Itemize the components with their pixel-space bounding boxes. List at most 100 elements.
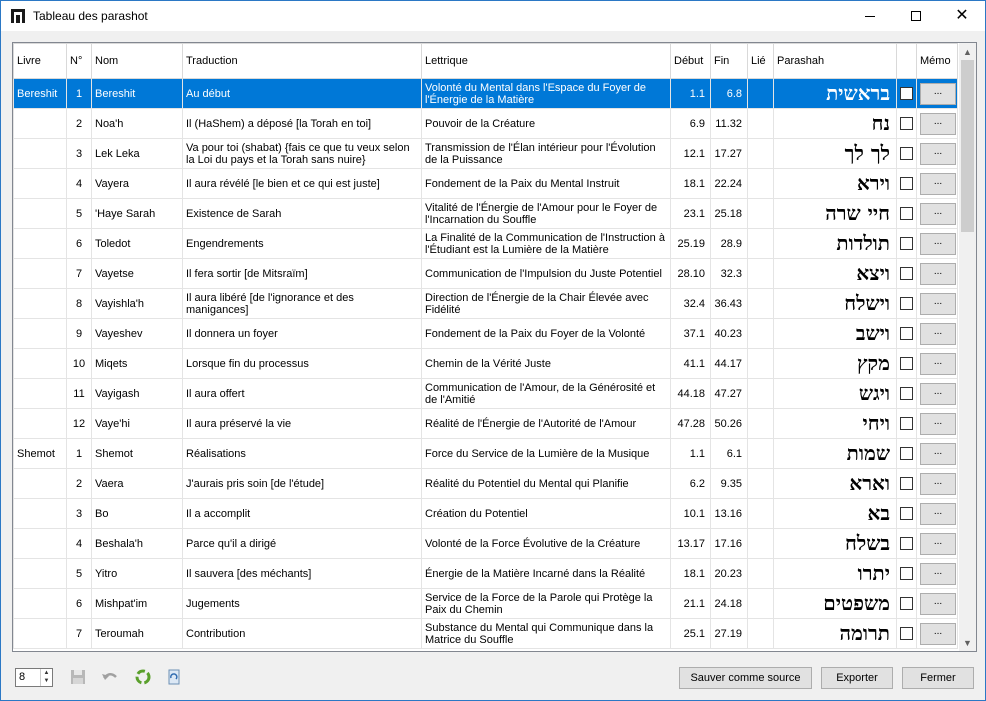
- cell-fin[interactable]: 32.3: [710, 258, 748, 289]
- cell-nom[interactable]: Vayigash: [91, 378, 183, 409]
- cell-parashah[interactable]: מקץ: [773, 348, 897, 379]
- cell-parashah[interactable]: וירא: [773, 168, 897, 199]
- memo-button[interactable]: ...: [920, 232, 956, 255]
- row-checkbox[interactable]: [900, 597, 913, 610]
- recycle-icon[interactable]: [134, 668, 152, 686]
- cell-debut[interactable]: 41.1: [670, 348, 711, 379]
- cell-livre[interactable]: [13, 558, 67, 589]
- table-row[interactable]: Shemot 1 Shemot Réalisations Force du Servic…: [13, 438, 958, 469]
- cell-fin[interactable]: 17.27: [710, 138, 748, 169]
- save-as-source-button[interactable]: Sauver comme source: [679, 667, 812, 689]
- close-window-button[interactable]: ✕: [939, 1, 985, 31]
- cell-fin[interactable]: 27.19: [710, 618, 748, 649]
- cell-lettrique[interactable]: Communication de l'Amour, de la Générosi…: [421, 378, 671, 409]
- cell-parashah[interactable]: וישלח: [773, 288, 897, 319]
- table-row[interactable]: 11 Vayigash Il aura offert Communication de…: [13, 378, 958, 409]
- cell-debut[interactable]: 10.1: [670, 498, 711, 529]
- cell-number[interactable]: 7: [66, 258, 92, 289]
- export-button[interactable]: Exporter: [821, 667, 893, 689]
- cell-livre[interactable]: [13, 198, 67, 229]
- cell-lie[interactable]: [747, 108, 774, 139]
- table-row[interactable]: 6 Mishpat'im Jugements Service de la Force …: [13, 588, 958, 619]
- cell-lettrique[interactable]: Direction de l'Énergie de la Chair Élevé…: [421, 288, 671, 319]
- column-header[interactable]: N°: [66, 43, 92, 79]
- memo-button[interactable]: ...: [920, 262, 956, 285]
- cell-nom[interactable]: Vayera: [91, 168, 183, 199]
- memo-button[interactable]: ...: [920, 502, 956, 525]
- cell-fin[interactable]: 13.16: [710, 498, 748, 529]
- cell-number[interactable]: 7: [66, 618, 92, 649]
- cell-lettrique[interactable]: Création du Potentiel: [421, 498, 671, 529]
- cell-debut[interactable]: 12.1: [670, 138, 711, 169]
- cell-nom[interactable]: Vaye'hi: [91, 408, 183, 439]
- refresh-icon[interactable]: [165, 668, 183, 686]
- cell-livre[interactable]: [13, 528, 67, 559]
- cell-lie[interactable]: [747, 498, 774, 529]
- cell-livre[interactable]: [13, 108, 67, 139]
- cell-lettrique[interactable]: La Finalité de la Communication de l'Ins…: [421, 228, 671, 259]
- cell-lettrique[interactable]: Fondement de la Paix du Mental Instruit: [421, 168, 671, 199]
- cell-traduction[interactable]: Il a accomplit: [182, 498, 422, 529]
- row-checkbox[interactable]: [900, 567, 913, 580]
- cell-fin[interactable]: 6.8: [710, 78, 748, 109]
- cell-fin[interactable]: 11.32: [710, 108, 748, 139]
- cell-number[interactable]: 4: [66, 168, 92, 199]
- cell-fin[interactable]: 50.26: [710, 408, 748, 439]
- table-row[interactable]: 9 Vayeshev Il donnera un foyer Fondement de…: [13, 318, 958, 349]
- cell-traduction[interactable]: Existence de Sarah: [182, 198, 422, 229]
- cell-debut[interactable]: 23.1: [670, 198, 711, 229]
- cell-lettrique[interactable]: Volonté de la Force Évolutive de la Créa…: [421, 528, 671, 559]
- memo-button[interactable]: ...: [920, 622, 956, 645]
- spinner-up-icon[interactable]: ▲: [41, 669, 52, 677]
- cell-nom[interactable]: Vayeshev: [91, 318, 183, 349]
- cell-fin[interactable]: 25.18: [710, 198, 748, 229]
- memo-button[interactable]: ...: [920, 322, 956, 345]
- memo-button[interactable]: ...: [920, 202, 956, 225]
- cell-livre[interactable]: [13, 168, 67, 199]
- cell-parashah[interactable]: נח: [773, 108, 897, 139]
- column-header[interactable]: [896, 43, 917, 79]
- cell-debut[interactable]: 18.1: [670, 558, 711, 589]
- cell-lie[interactable]: [747, 618, 774, 649]
- cell-fin[interactable]: 44.17: [710, 348, 748, 379]
- cell-lettrique[interactable]: Pouvoir de la Créature: [421, 108, 671, 139]
- cell-lettrique[interactable]: Communication de l'Impulsion du Juste Po…: [421, 258, 671, 289]
- cell-debut[interactable]: 6.9: [670, 108, 711, 139]
- cell-number[interactable]: 1: [66, 438, 92, 469]
- cell-nom[interactable]: 'Haye Sarah: [91, 198, 183, 229]
- column-header[interactable]: Livre: [13, 43, 67, 79]
- cell-nom[interactable]: Vayetse: [91, 258, 183, 289]
- cell-debut[interactable]: 13.17: [670, 528, 711, 559]
- cell-parashah[interactable]: תולדות: [773, 228, 897, 259]
- cell-nom[interactable]: Bereshit: [91, 78, 183, 109]
- table-row[interactable]: 2 Noa'h Il (HaShem) a déposé [la Torah en …: [13, 108, 958, 139]
- memo-button[interactable]: ...: [920, 142, 956, 165]
- cell-number[interactable]: 9: [66, 318, 92, 349]
- cell-traduction[interactable]: Parce qu'il a dirigé: [182, 528, 422, 559]
- column-header[interactable]: Nom: [91, 43, 183, 79]
- cell-nom[interactable]: Vaera: [91, 468, 183, 499]
- cell-parashah[interactable]: ויחי: [773, 408, 897, 439]
- cell-traduction[interactable]: Engendrements: [182, 228, 422, 259]
- cell-parashah[interactable]: יתרו: [773, 558, 897, 589]
- cell-traduction[interactable]: Au début: [182, 78, 422, 109]
- cell-fin[interactable]: 6.1: [710, 438, 748, 469]
- cell-lie[interactable]: [747, 438, 774, 469]
- row-checkbox[interactable]: [900, 327, 913, 340]
- row-checkbox[interactable]: [900, 267, 913, 280]
- cell-livre[interactable]: [13, 588, 67, 619]
- vertical-scrollbar[interactable]: ▲ ▼: [959, 43, 976, 651]
- row-checkbox[interactable]: [900, 627, 913, 640]
- cell-lie[interactable]: [747, 558, 774, 589]
- table-row[interactable]: 5 Yitro Il sauvera [des méchants] Énergie d…: [13, 558, 958, 589]
- cell-debut[interactable]: 32.4: [670, 288, 711, 319]
- memo-button[interactable]: ...: [920, 562, 956, 585]
- cell-lie[interactable]: [747, 318, 774, 349]
- cell-lie[interactable]: [747, 258, 774, 289]
- cell-lie[interactable]: [747, 168, 774, 199]
- cell-traduction[interactable]: Il aura offert: [182, 378, 422, 409]
- memo-button[interactable]: ...: [920, 382, 956, 405]
- cell-livre[interactable]: Bereshit: [13, 78, 67, 109]
- row-checkbox[interactable]: [900, 117, 913, 130]
- row-checkbox[interactable]: [900, 477, 913, 490]
